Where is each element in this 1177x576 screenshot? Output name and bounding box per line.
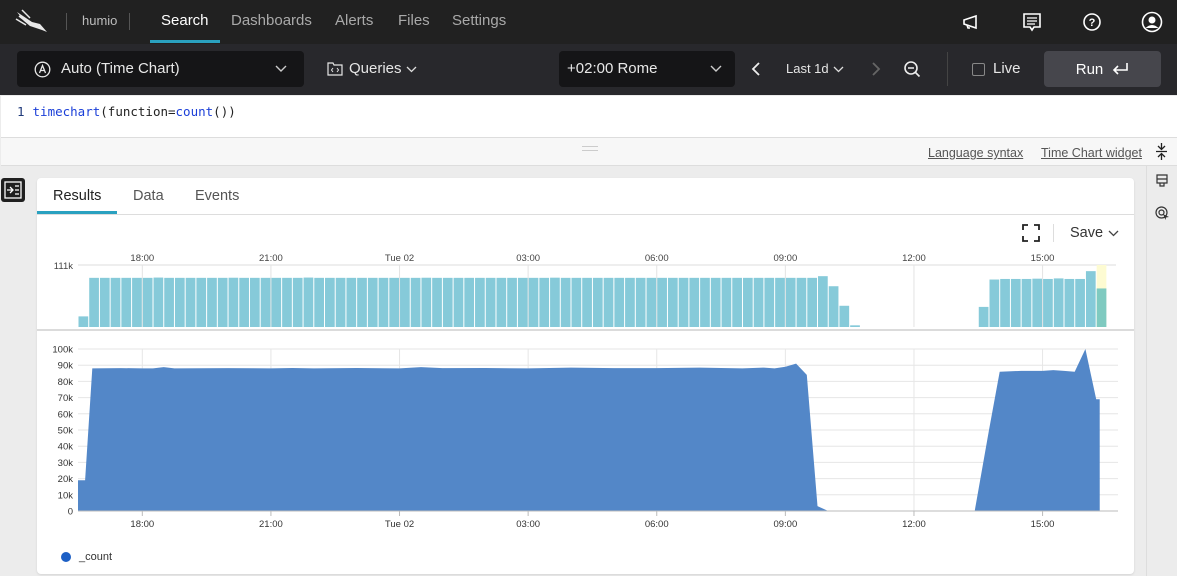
timezone-value: +02:00 Rome [567,60,658,77]
divider [1053,224,1054,242]
tab-results[interactable]: Results [53,188,101,204]
tab-data[interactable]: Data [133,188,164,204]
chevron-down-icon [406,66,417,73]
code-text: ()) [213,104,236,119]
nav-dashboards[interactable]: Dashboards [231,12,312,29]
query-editor[interactable]: 1 timechart(function=count()) [1,96,1177,138]
widget-help-link[interactable]: Time Chart widget [1041,146,1142,160]
org-name[interactable]: humio [82,13,117,28]
expand-panel-icon [4,181,22,199]
folder-code-icon [327,62,343,76]
fullscreen-icon[interactable] [1022,224,1040,242]
user-icon[interactable] [1141,11,1163,33]
code-arg: count [175,104,214,119]
toolbar-divider [947,52,948,86]
run-button[interactable]: Run [1044,51,1161,87]
nav-search[interactable]: Search [161,12,209,29]
nav-files[interactable]: Files [398,12,430,29]
tab-events[interactable]: Events [195,188,239,204]
collapse-editor-icon[interactable] [1155,143,1168,160]
chevron-down-icon [710,65,722,72]
megaphone-icon[interactable] [960,11,982,33]
run-label: Run [1075,60,1104,78]
toggle-sidebar-button[interactable] [1,178,25,202]
language-syntax-link[interactable]: Language syntax [928,146,1023,160]
chevron-down-icon [275,65,287,72]
time-range-value: Last 1d [786,61,829,76]
timezone-select[interactable]: +02:00 Rome [559,51,735,87]
chevron-down-icon [833,66,844,73]
nav-active-indicator [150,40,220,43]
auto-icon [34,61,51,78]
live-checkbox[interactable] [972,63,985,76]
nav-divider [66,13,67,30]
svg-text:?: ? [1089,17,1096,29]
next-range-button[interactable] [870,61,882,77]
nav-divider [129,13,130,30]
code-function: timechart [32,104,101,119]
query-code[interactable]: 1 timechart(function=count()) [17,104,236,119]
nav-alerts[interactable]: Alerts [335,12,373,29]
zoom-out-icon[interactable] [903,60,921,78]
save-label: Save [1070,225,1104,241]
help-icon[interactable]: ? [1081,11,1103,33]
chevron-down-icon [1108,230,1119,237]
nav-settings[interactable]: Settings [452,12,506,29]
right-rail [1146,166,1177,576]
falcon-logo-icon[interactable] [14,8,50,36]
save-button[interactable]: Save [1070,224,1125,244]
code-text: (function= [100,104,176,119]
format-icon[interactable] [1155,174,1169,189]
widget-select[interactable]: Auto (Time Chart) [17,51,304,87]
queries-button[interactable]: Queries [327,60,422,80]
inspect-icon[interactable] [1155,206,1170,221]
line-number: 1 [17,104,25,119]
previous-range-button[interactable] [750,61,762,77]
resize-handle[interactable] [582,146,598,151]
tabs-divider [37,214,1134,215]
queries-label: Queries [349,60,402,77]
widget-select-value: Auto (Time Chart) [61,60,180,77]
live-label: Live [993,60,1021,77]
enter-icon [1113,63,1129,75]
feedback-icon[interactable] [1021,11,1043,33]
live-toggle[interactable]: Live [972,60,1027,80]
time-range-select[interactable]: Last 1d [786,61,846,79]
top-nav: humio Search Dashboards Alerts Files Set… [0,0,1177,44]
results-panel: Results Data Events Save [37,178,1134,574]
